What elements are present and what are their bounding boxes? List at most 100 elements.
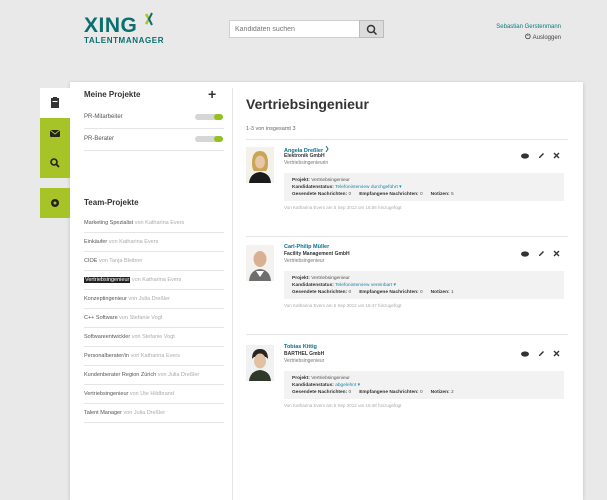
candidate-company: BARTHEL GmbH [284,351,325,357]
team-project-name: Talent Manager [84,410,122,416]
team-project-item-active[interactable]: Vertriebsingenieur von Katharina Evers [84,271,224,290]
team-project-name: Marketing Spezialist [84,220,134,226]
candidate-info-box: Projekt: Vertriebsingenieur Kandidatenst… [284,271,564,299]
candidate-photo[interactable] [246,147,274,183]
my-projects-panel: Meine Projekte + PR-Mitarbeiter PR-Berat… [84,86,224,151]
candidate-project: Vertriebsingenieur [311,276,350,281]
team-project-name: Vertriebsingenieur [84,277,131,283]
team-projects-title: Team-Projekte [84,198,139,207]
team-project-owner: von Stefanie Vogt [131,334,175,340]
magnifier-icon [50,158,60,168]
team-project-name: Softwareentwickler [84,334,131,340]
team-project-name: Konzeptingenieur [84,296,127,302]
xing-logo[interactable]: XING TALENTMANAGER [84,12,165,45]
logout-button[interactable]: ⏻ Ausloggen [525,34,561,42]
candidate-company: Facility Management GmbH [284,251,350,257]
candidate-footer: Von Katharina Evers am 5 Sep 2012 um 16:… [284,403,402,408]
close-icon[interactable] [553,244,560,262]
clipboard-icon [51,97,59,108]
tab-search[interactable] [40,148,70,178]
pencil-icon[interactable] [538,146,545,164]
logout-label: Ausloggen [532,35,561,41]
sent-count: 0 [348,390,352,395]
tab-projects[interactable] [40,88,71,118]
team-project-item[interactable]: Marketing Spezialist von Katharina Evers [84,214,224,233]
my-project-item[interactable]: PR-Berater [84,129,224,151]
pencil-icon[interactable] [538,244,545,262]
mail-icon [49,129,61,137]
candidate-name[interactable]: Carl-Philip Müller [284,244,329,250]
project-toggle[interactable] [195,136,223,142]
received-count: 0 [420,290,423,295]
search-button[interactable] [359,20,384,38]
team-project-name: Personalberater/in [84,353,129,359]
panel-divider [232,88,233,500]
team-project-name: Kundenberater Region Zürich [84,372,157,378]
team-project-name: C++ Software [84,315,118,321]
team-project-item[interactable]: CIOE von Tanja Bleibon [84,252,224,271]
team-projects-list: Marketing Spezialist von Katharina Evers… [84,214,224,423]
team-project-owner: von Julia Dreßler [157,372,200,378]
team-project-owner: von Tanja Bleibon [98,258,143,264]
team-project-item[interactable]: Kundenberater Region Zürich von Julia Dr… [84,366,224,385]
team-project-owner: von Julia Dreßler [123,410,166,416]
candidate-info-box: Projekt: Vertriebsingenieur Kandidatenst… [284,371,564,399]
message-icon[interactable] [521,146,530,164]
sent-count: 0 [348,192,352,197]
team-project-item[interactable]: Vertriebsingenieur von Ute Hildbrand [84,385,224,404]
team-project-item[interactable]: C++ Software von Stefanie Vogt [84,309,224,328]
tab-messages[interactable] [40,118,70,148]
team-project-owner: von Julia Dreßler [128,296,170,302]
candidate-project: Vertriebsingenieur [311,376,350,381]
received-count: 0 [420,390,423,395]
team-project-name: Vertriebsingenieur [84,391,129,397]
team-project-owner: von Katharina Evers [108,239,159,245]
candidate-company: Elektronik GmbH [284,153,325,159]
candidate-actions [517,244,560,262]
my-project-item[interactable]: PR-Mitarbeiter [84,107,224,129]
team-project-item[interactable]: Softwareentwickler von Stefanie Vogt [84,328,224,347]
candidate-name[interactable]: Tobias Kittig [284,344,317,350]
candidate-card: Carl-Philip Müller Facility Management G… [246,238,568,328]
user-name-link[interactable]: Sebastian Gerstenmann [496,24,561,30]
message-icon[interactable] [521,344,530,362]
status-dropdown[interactable]: Telefoninterview vereinbart ▾ [335,283,396,288]
logo-subtitle: TALENTMANAGER [84,36,165,45]
candidate-role: Vertriebsingenieur [284,258,325,264]
pencil-icon[interactable] [538,344,545,362]
status-dropdown[interactable]: abgelehnt ▾ [335,383,360,388]
candidate-info-box: Projekt: Vertriebsingenieur Kandidatenst… [284,173,564,201]
result-count: 1-3 von insgesamt 3 [246,126,296,132]
my-projects-title: Meine Projekte [84,90,141,99]
close-icon[interactable] [553,146,560,164]
message-icon[interactable] [521,244,530,262]
app-header: XING TALENTMANAGER Sebastian Gerstenmann… [0,0,607,62]
team-project-item[interactable]: Konzeptingenieur von Julia Dreßler [84,290,224,309]
close-icon[interactable] [553,344,560,362]
team-project-name: CIOE [84,258,98,264]
project-label: PR-Berater [84,136,115,142]
team-project-owner: von Katharina Evers [130,353,181,359]
team-project-item[interactable]: Personalberater/in von Katharina Evers [84,347,224,366]
xing-logo-icon [144,12,153,26]
candidate-role: Vertriebsingenieur [284,358,325,364]
team-project-name: Einkäufer [84,239,108,245]
tab-settings[interactable] [40,188,70,218]
gear-icon [51,199,59,207]
team-project-item[interactable]: Talent Manager von Julia Dreßler [84,404,224,423]
candidate-actions [517,146,560,164]
candidate-photo[interactable] [246,345,274,381]
team-project-owner: von Ute Hildbrand [129,391,174,397]
candidate-card: Angela Dreßler Elektronik GmbH Vertriebs… [246,140,568,230]
team-project-owner: von Stefanie Vogt [119,315,163,321]
project-toggle[interactable] [195,114,223,120]
search-icon [366,24,378,36]
team-project-item[interactable]: Einkäufer von Katharina Evers [84,233,224,252]
status-dropdown[interactable]: Telefoninterview durchgeführt ▾ [335,185,401,190]
candidate-footer: Von Katharina Evers am 5 Sep 2012 um 16:… [284,303,402,308]
sent-count: 0 [348,290,352,295]
candidate-photo[interactable] [246,245,274,281]
team-project-owner: von Katharina Evers [131,277,182,283]
add-project-button[interactable]: + [208,86,216,102]
candidate-card: Tobias Kittig BARTHEL GmbH Vertriebsinge… [246,338,568,428]
